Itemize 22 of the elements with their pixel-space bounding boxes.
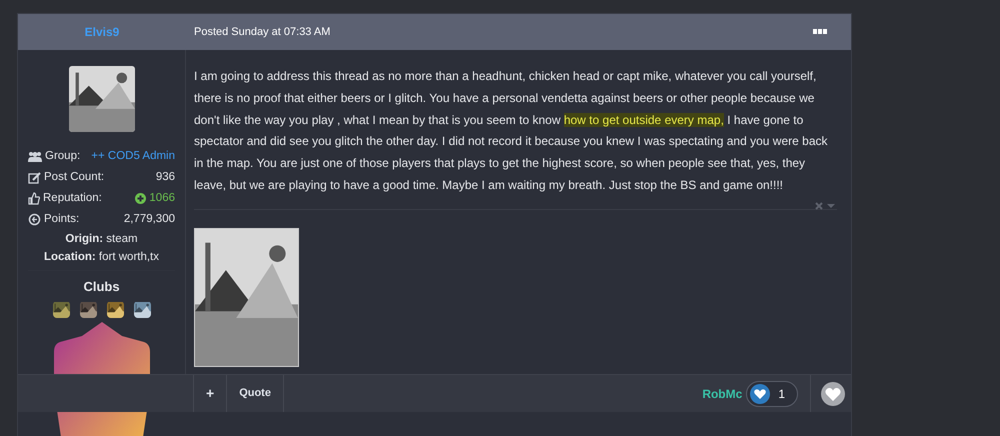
quote-button[interactable]: Quote: [226, 375, 284, 412]
plus-icon: [135, 193, 146, 204]
group-icon: [28, 150, 42, 162]
profile-field: Location: fort worth,tx: [28, 248, 175, 266]
add-button[interactable]: +: [193, 375, 226, 412]
stat-label: Points:: [44, 212, 80, 227]
thumbs-up-icon: [28, 192, 40, 205]
stat-label: Reputation:: [43, 190, 102, 206]
stat-value: 2,779,300: [124, 212, 175, 227]
reaction-user[interactable]: RobMc: [702, 384, 742, 402]
edit-icon: [28, 172, 41, 184]
stat-label: Group:: [45, 148, 80, 164]
profile-field: Origin: steam: [28, 230, 175, 248]
stat-value: 1066: [149, 190, 175, 206]
more-options-icon[interactable]: [813, 29, 827, 35]
clubs-title: Clubs: [82, 278, 121, 296]
reaction-count-pill[interactable]: 1: [746, 380, 798, 406]
post-date: Posted Sunday at 07:33 AM: [193, 24, 332, 40]
stat-value: 936: [156, 170, 175, 185]
post-text: I am going to address this thread as no more than a headhunt, chicken head or capt mike, whatever you call yourself, there is no proof that either beers or I glitch. You have a personal vendetta against beers or other people because we don't like the way you play , what I mean by that is you seem to know how to get outside every map, I have gone to spectator and did see you glitch the other day. I did not record it because you knew I was spectating and you were back in the map. You are just one of those players that plays to get the highest score, so when people see that, yes, they leave, but we are playing to have a good time. Maybe I am waiting my breath. Just stop the BS and game on!!!!: [194, 50, 837, 210]
stat-label: Post Count:: [44, 170, 104, 185]
stat-value[interactable]: ++ COD5 Admin: [91, 148, 175, 166]
